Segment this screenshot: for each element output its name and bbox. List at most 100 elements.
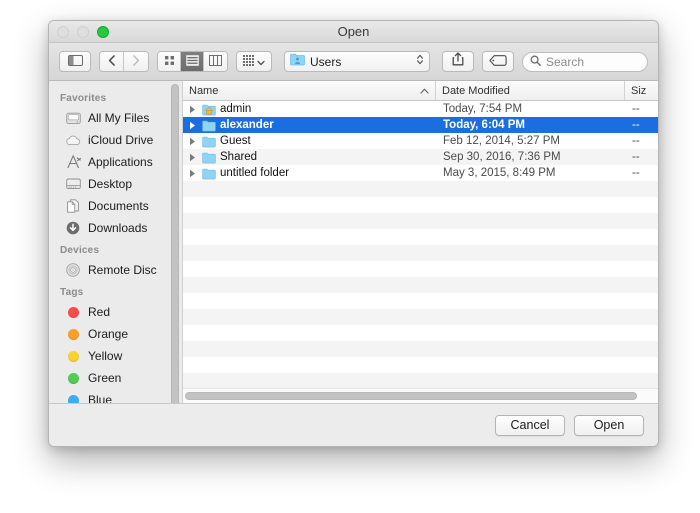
empty-row[interactable]: [183, 229, 658, 245]
empty-row[interactable]: [183, 181, 658, 197]
column-header-label: Siz: [631, 84, 647, 97]
empty-row[interactable]: [183, 325, 658, 341]
row-date-cell: Feb 12, 2014, 5:27 PM: [443, 135, 560, 147]
sidebar-item-tag-orange[interactable]: Orange: [49, 323, 182, 345]
share-button[interactable]: [442, 51, 474, 72]
tag-icon: [489, 53, 507, 71]
disclosure-triangle-icon[interactable]: [187, 121, 198, 130]
row-name-label: untitled folder: [220, 167, 290, 179]
sidebar-item-tag-blue[interactable]: Blue: [49, 389, 182, 403]
sidebar-item-label: Downloads: [88, 221, 148, 235]
sidebar-item-icloud-drive[interactable]: iCloud Drive: [49, 129, 182, 151]
documents-icon: [65, 198, 81, 214]
empty-row[interactable]: [183, 357, 658, 373]
row-size-cell: --: [632, 151, 640, 163]
column-header-name[interactable]: Name: [183, 81, 436, 100]
sidebar-item-label: Remote Disc: [88, 263, 157, 277]
zoom-button[interactable]: [97, 25, 109, 38]
icloud-drive-icon: [65, 132, 81, 148]
list-view-button[interactable]: [181, 52, 204, 71]
disclosure-triangle-icon[interactable]: [187, 137, 198, 146]
empty-row[interactable]: [183, 341, 658, 357]
path-popup-button[interactable]: Users: [284, 51, 430, 72]
table-row[interactable]: Guest Feb 12, 2014, 5:27 PM --: [183, 133, 658, 149]
sidebar-item-tag-green[interactable]: Green: [49, 367, 182, 389]
list-view-icon: [185, 53, 199, 71]
toolbar: Users Search: [49, 43, 658, 81]
file-list-pane: Name Date Modified Siz admin Today, 7:54…: [183, 81, 658, 403]
table-row[interactable]: alexander Today, 6:04 PM --: [183, 117, 658, 133]
disclosure-triangle-icon[interactable]: [187, 105, 198, 114]
tag-dot-icon: [65, 370, 81, 386]
sidebar-item-tag-red[interactable]: Red: [49, 301, 182, 323]
chevron-left-icon: [108, 53, 116, 71]
minimize-button[interactable]: [77, 25, 89, 38]
cancel-button[interactable]: Cancel: [495, 414, 565, 436]
icon-view-icon: [164, 53, 175, 71]
back-button[interactable]: [100, 52, 124, 71]
table-row[interactable]: admin Today, 7:54 PM --: [183, 101, 658, 117]
remote-disc-icon: [65, 262, 81, 278]
home-folder-icon: [202, 102, 216, 116]
search-input[interactable]: Search: [522, 51, 648, 72]
row-name-label: Shared: [220, 151, 258, 163]
up-down-chevron-icon: [416, 53, 424, 71]
users-folder-icon: [290, 53, 305, 71]
column-header-label: Name: [189, 84, 219, 97]
applications-icon: [65, 154, 81, 170]
row-size-cell: --: [632, 119, 640, 131]
forward-button[interactable]: [124, 52, 148, 71]
sidebar-item-applications[interactable]: Applications: [49, 151, 182, 173]
tag-button[interactable]: [482, 51, 514, 72]
empty-row[interactable]: [183, 197, 658, 213]
table-row[interactable]: untitled folder May 3, 2015, 8:49 PM --: [183, 165, 658, 181]
empty-row[interactable]: [183, 213, 658, 229]
row-size-cell: --: [632, 103, 640, 115]
title-bar[interactable]: Open: [49, 21, 658, 43]
table-row[interactable]: Shared Sep 30, 2016, 7:36 PM --: [183, 149, 658, 165]
open-button[interactable]: Open: [574, 414, 644, 436]
empty-row[interactable]: [183, 309, 658, 325]
empty-row[interactable]: [183, 373, 658, 389]
sidebar-item-documents[interactable]: Documents: [49, 195, 182, 217]
icon-view-button[interactable]: [158, 52, 181, 71]
sidebar-item-desktop[interactable]: Desktop: [49, 173, 182, 195]
empty-row[interactable]: [183, 261, 658, 277]
tag-dot-icon: [65, 326, 81, 342]
sidebar-heading-tags: Tags: [60, 287, 84, 298]
disclosure-triangle-icon[interactable]: [187, 153, 198, 162]
sidebar-item-tag-yellow[interactable]: Yellow: [49, 345, 182, 367]
row-date-cell: Today, 6:04 PM: [443, 119, 526, 131]
sidebar-scrollbar[interactable]: [171, 84, 179, 403]
column-view-button[interactable]: [204, 52, 227, 71]
column-header-size[interactable]: Siz: [625, 81, 658, 100]
tag-dot-icon: [65, 348, 81, 364]
sidebar-item-label: Green: [88, 371, 122, 385]
arrange-by-button[interactable]: [236, 51, 272, 72]
sidebar-item-all-my-files[interactable]: All My Files: [49, 107, 182, 129]
sidebar-item-downloads[interactable]: Downloads: [49, 217, 182, 239]
navigation-buttons: [99, 51, 149, 72]
empty-row[interactable]: [183, 293, 658, 309]
row-name-label: Guest: [220, 135, 251, 147]
folder-icon: [202, 118, 216, 132]
sidebar-item-label: iCloud Drive: [88, 133, 154, 147]
desktop-icon: [65, 176, 81, 192]
horizontal-scrollbar-thumb[interactable]: [185, 392, 638, 400]
empty-row[interactable]: [183, 245, 658, 261]
sidebar-item-label: Blue: [88, 393, 113, 403]
empty-row[interactable]: [183, 277, 658, 293]
sidebar-toggle-button[interactable]: [59, 51, 91, 72]
search-icon: [530, 53, 541, 71]
sidebar-item-remote-disc[interactable]: Remote Disc: [49, 259, 182, 281]
close-button[interactable]: [57, 25, 69, 38]
column-header-date-modified[interactable]: Date Modified: [436, 81, 625, 100]
disclosure-triangle-icon[interactable]: [187, 169, 198, 178]
horizontal-scrollbar[interactable]: [183, 388, 658, 403]
file-list-rows: admin Today, 7:54 PM -- alexander Today,…: [183, 101, 658, 403]
row-name-cell: alexander: [183, 118, 436, 132]
sidebar-item-label: Documents: [88, 199, 149, 213]
row-name-label: alexander: [220, 119, 274, 131]
sort-ascending-icon: [420, 85, 429, 97]
column-header-label: Date Modified: [442, 84, 510, 97]
